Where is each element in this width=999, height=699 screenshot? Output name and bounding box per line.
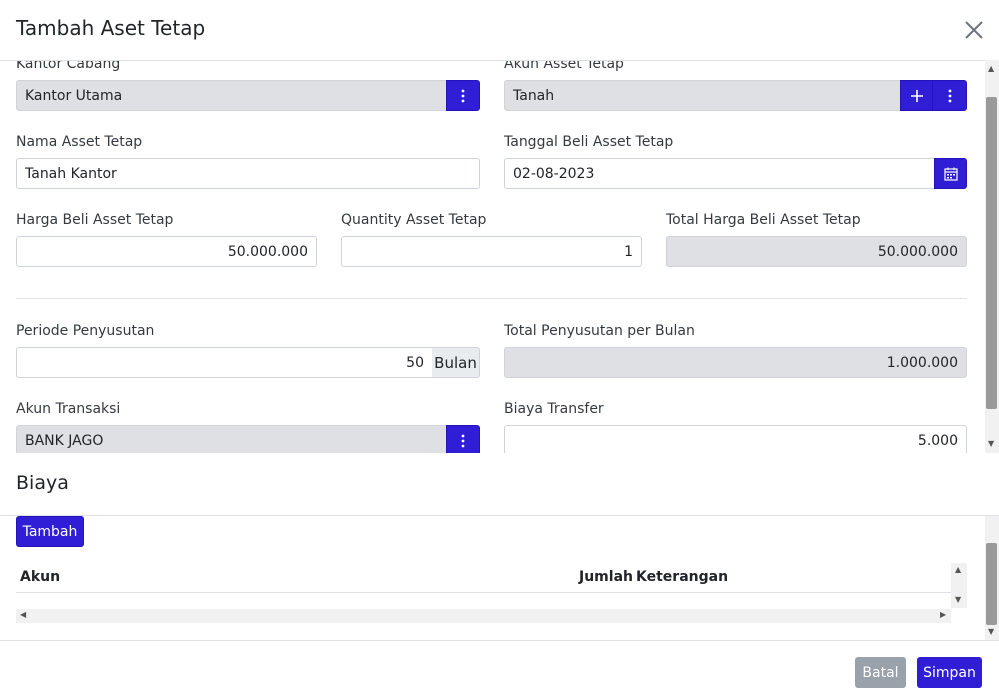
akun-asset-label: Akun Asset Tetap xyxy=(504,61,624,72)
akun-asset-add-button[interactable] xyxy=(900,80,933,111)
modal-title: Tambah Aset Tetap xyxy=(16,16,206,40)
close-icon[interactable] xyxy=(962,18,986,42)
total-harga-field: 50.000.000 xyxy=(666,236,967,267)
biaya-transfer-input[interactable]: 5.000 xyxy=(504,425,967,453)
periode-input[interactable]: 50 xyxy=(16,347,433,378)
periode-unit-addon: Bulan xyxy=(432,347,480,378)
column-header-jumlah: Jumlah xyxy=(579,569,633,585)
tanggal-beli-input[interactable]: 02-08-2023 xyxy=(504,158,935,189)
date-picker-button[interactable] xyxy=(934,158,967,189)
harga-beli-label: Harga Beli Asset Tetap xyxy=(16,212,174,228)
total-penyusutan-label: Total Penyusutan per Bulan xyxy=(504,323,695,339)
calendar-icon xyxy=(943,167,958,181)
table-horizontal-scrollbar[interactable]: ◀ ▶ xyxy=(16,609,951,623)
kantor-cabang-label: Kantor Cabang xyxy=(16,61,121,72)
biaya-transfer-label: Biaya Transfer xyxy=(504,401,604,417)
section-divider xyxy=(16,298,967,299)
table-scroll-down-icon[interactable]: ▼ xyxy=(955,595,961,604)
akun-asset-menu-button[interactable] xyxy=(932,80,967,111)
tanggal-beli-label: Tanggal Beli Asset Tetap xyxy=(504,134,674,150)
table-scroll-right-icon[interactable]: ▶ xyxy=(940,610,946,619)
scroll-down-icon[interactable]: ▼ xyxy=(988,439,994,448)
kantor-cabang-field[interactable]: Kantor Utama xyxy=(16,80,447,111)
plus-icon xyxy=(910,89,923,102)
harga-beli-input[interactable]: 50.000.000 xyxy=(16,236,317,267)
modal-footer-divider xyxy=(0,640,999,641)
kantor-cabang-menu-button[interactable] xyxy=(446,80,480,111)
biaya-section-title: Biaya xyxy=(16,472,69,494)
table-header-divider xyxy=(16,592,951,593)
nama-asset-input[interactable]: Tanah Kantor xyxy=(16,158,480,189)
table-scroll-up-icon[interactable]: ▲ xyxy=(955,565,961,574)
scroll-up-icon[interactable]: ▲ xyxy=(988,64,994,73)
total-penyusutan-field: 1.000.000 xyxy=(504,347,967,378)
column-header-keterangan: Keterangan xyxy=(636,569,729,585)
table-vertical-scrollbar[interactable]: ▲ ▼ xyxy=(951,563,967,608)
table-scroll-left-icon[interactable]: ◀ xyxy=(20,610,26,619)
biaya-divider xyxy=(0,515,999,516)
total-harga-label: Total Harga Beli Asset Tetap xyxy=(666,212,861,228)
cancel-button[interactable]: Batal xyxy=(855,657,906,688)
nama-asset-label: Nama Asset Tetap xyxy=(16,134,143,150)
body-scroll-down-icon[interactable]: ▼ xyxy=(988,627,994,636)
form-scrollbar-thumb[interactable] xyxy=(986,97,997,409)
form-area[interactable]: Kantor Cabang Kantor Utama Akun Asset Te… xyxy=(0,61,985,453)
body-scrollbar-thumb[interactable] xyxy=(986,543,997,625)
akun-asset-field[interactable]: Tanah xyxy=(504,80,901,111)
quantity-input[interactable]: 1 xyxy=(341,236,642,267)
akun-transaksi-menu-button[interactable] xyxy=(446,425,480,453)
biaya-table: Akun Jumlah Keterangan ▲ ▼ ◀ ▶ xyxy=(16,563,967,623)
akun-transaksi-field[interactable]: BANK JAGO xyxy=(16,425,447,453)
tambah-biaya-button[interactable]: Tambah xyxy=(16,516,84,547)
kebab-icon xyxy=(461,434,465,447)
periode-label: Periode Penyusutan xyxy=(16,323,155,339)
kebab-icon xyxy=(948,89,951,102)
save-button[interactable]: Simpan xyxy=(917,657,982,688)
quantity-label: Quantity Asset Tetap xyxy=(341,212,487,228)
column-header-akun: Akun xyxy=(20,569,61,585)
akun-transaksi-label: Akun Transaksi xyxy=(16,401,121,417)
kebab-icon xyxy=(461,89,465,102)
